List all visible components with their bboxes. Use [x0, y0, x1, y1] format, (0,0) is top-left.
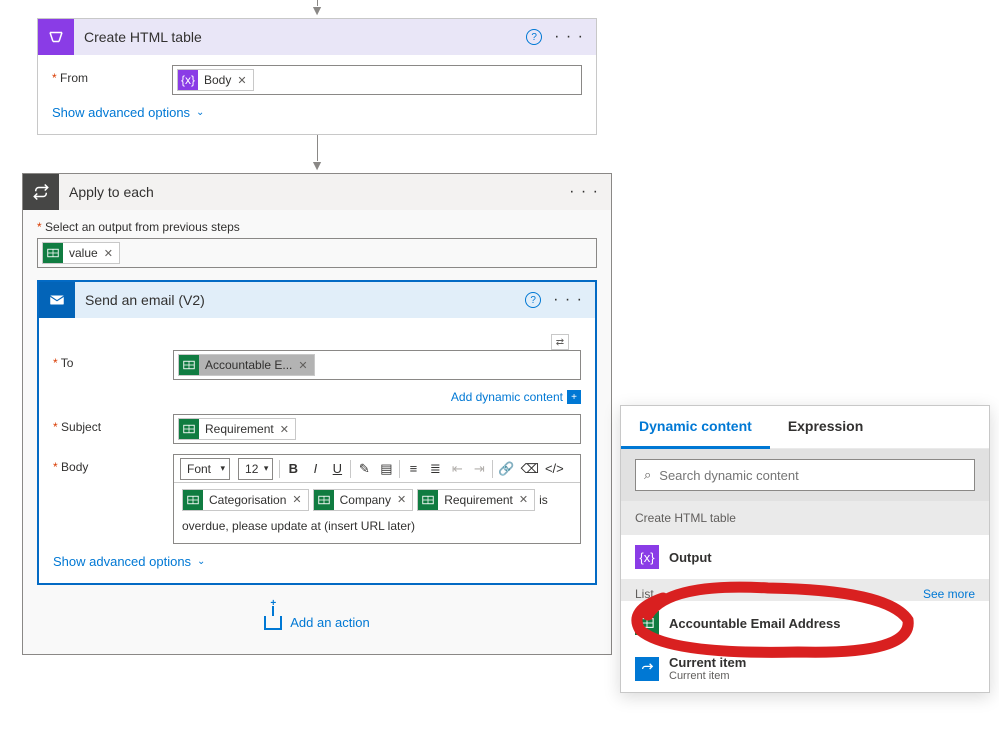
help-icon[interactable]: ?	[526, 29, 542, 45]
add-dynamic-content-link[interactable]: Add dynamic content +	[451, 390, 581, 404]
section-create-html-table: Create HTML table	[621, 501, 989, 535]
data-operations-icon	[38, 19, 74, 55]
see-more-link[interactable]: See more	[923, 587, 975, 601]
bold-button[interactable]: B	[282, 456, 304, 482]
card-header[interactable]: Apply to each · · ·	[23, 174, 611, 210]
from-field[interactable]: {x} Body ✕	[172, 65, 582, 95]
variable-icon: {x}	[178, 70, 198, 90]
section-list-rows: List See more	[621, 579, 989, 601]
show-advanced-options-link[interactable]: Show advanced options⌄	[53, 554, 205, 569]
tab-dynamic-content[interactable]: Dynamic content	[621, 406, 770, 449]
search-icon: ⌕	[644, 467, 651, 483]
company-token[interactable]: Company ✕	[313, 489, 414, 511]
card-title: Send an email (V2)	[75, 292, 525, 308]
to-label: * To	[53, 350, 173, 370]
clear-format-button[interactable]: ⌫	[518, 456, 542, 482]
outlook-icon	[39, 282, 75, 318]
tab-expression[interactable]: Expression	[770, 406, 881, 448]
excel-icon	[179, 419, 199, 439]
chevron-down-icon: ⌄	[197, 556, 205, 567]
body-label: * Body	[53, 454, 173, 474]
font-family-select[interactable]: Font	[180, 458, 230, 480]
value-token[interactable]: value ✕	[42, 242, 120, 264]
add-action-button[interactable]: Add an action	[264, 615, 370, 630]
remove-token-icon[interactable]: ✕	[104, 247, 113, 260]
font-size-select[interactable]: 12	[238, 458, 273, 480]
italic-button[interactable]: I	[304, 456, 326, 482]
loop-icon	[23, 174, 59, 210]
from-label: * From	[52, 65, 172, 85]
categorisation-token[interactable]: Categorisation ✕	[182, 489, 309, 511]
item-current-item[interactable]: Current item Current item	[621, 645, 989, 692]
remove-token-icon[interactable]: ✕	[237, 74, 246, 87]
rte-toolbar: Font 12 B I U ✎ ▤ ≡ ≣	[174, 455, 580, 483]
excel-icon	[314, 490, 334, 510]
item-accountable-email-address[interactable]: Accountable Email Address	[621, 601, 989, 645]
number-list-button[interactable]: ≣	[424, 456, 446, 482]
outdent-button[interactable]: ⇤	[446, 456, 468, 482]
excel-icon	[183, 490, 203, 510]
requirement-token[interactable]: Requirement ✕	[178, 418, 296, 440]
body-text: overdue, please update at (insert URL la…	[182, 515, 572, 537]
chevron-down-icon: ⌄	[196, 107, 204, 118]
swap-connection-icon[interactable]: ⇄	[551, 334, 569, 350]
link-button[interactable]: 🔗	[495, 456, 517, 482]
underline-button[interactable]: U	[326, 456, 348, 482]
more-menu-icon[interactable]: · · ·	[554, 28, 584, 46]
card-title: Create HTML table	[74, 29, 526, 45]
card-header[interactable]: Create HTML table ? · · ·	[38, 19, 596, 55]
search-input[interactable]	[659, 468, 966, 483]
excel-icon	[179, 355, 199, 375]
variable-icon: {x}	[635, 545, 659, 569]
excel-icon	[418, 490, 438, 510]
to-field[interactable]: Accountable E... ✕	[173, 350, 581, 380]
dynamic-content-panel: Dynamic content Expression ⌕ Create HTML…	[620, 405, 990, 693]
font-color-button[interactable]: ✎	[353, 456, 375, 482]
plus-icon: +	[567, 390, 581, 404]
remove-token-icon[interactable]: ✕	[519, 489, 528, 511]
create-html-table-card: Create HTML table ? · · · * From {x} Bod…	[37, 18, 597, 135]
search-box[interactable]: ⌕	[635, 459, 975, 491]
requirement-token[interactable]: Requirement ✕	[417, 489, 535, 511]
subject-label: * Subject	[53, 414, 173, 434]
apply-to-each-card: Apply to each · · · * Select an output f…	[22, 173, 612, 655]
subject-field[interactable]: Requirement ✕	[173, 414, 581, 444]
add-action-icon	[264, 616, 282, 630]
bullet-list-button[interactable]: ≡	[402, 456, 424, 482]
excel-icon	[43, 243, 63, 263]
excel-icon	[635, 611, 659, 635]
code-view-button[interactable]: </>	[542, 456, 567, 482]
body-editor[interactable]: Font 12 B I U ✎ ▤ ≡ ≣	[173, 454, 581, 544]
remove-token-icon[interactable]: ✕	[298, 359, 307, 372]
select-output-field[interactable]: value ✕	[37, 238, 597, 268]
loop-item-icon	[635, 657, 659, 681]
select-output-label: * Select an output from previous steps	[37, 220, 597, 234]
help-icon[interactable]: ?	[525, 292, 541, 308]
body-content[interactable]: Categorisation ✕ Company ✕	[174, 483, 580, 543]
more-menu-icon[interactable]: · · ·	[553, 291, 583, 309]
indent-button[interactable]: ⇥	[468, 456, 490, 482]
highlight-button[interactable]: ▤	[375, 456, 397, 482]
accountable-email-token[interactable]: Accountable E... ✕	[178, 354, 315, 376]
item-output[interactable]: {x} Output	[621, 535, 989, 579]
card-header[interactable]: Send an email (V2) ? · · ·	[39, 282, 595, 318]
card-title: Apply to each	[59, 184, 569, 200]
remove-token-icon[interactable]: ✕	[292, 489, 301, 511]
body-token[interactable]: {x} Body ✕	[177, 69, 254, 91]
more-menu-icon[interactable]: · · ·	[569, 183, 599, 201]
remove-token-icon[interactable]: ✕	[397, 489, 406, 511]
body-text: is	[539, 489, 548, 511]
send-email-card: Send an email (V2) ? · · · ⇄ * To	[37, 280, 597, 585]
show-advanced-options-link[interactable]: Show advanced options⌄	[52, 105, 204, 120]
remove-token-icon[interactable]: ✕	[280, 423, 289, 436]
